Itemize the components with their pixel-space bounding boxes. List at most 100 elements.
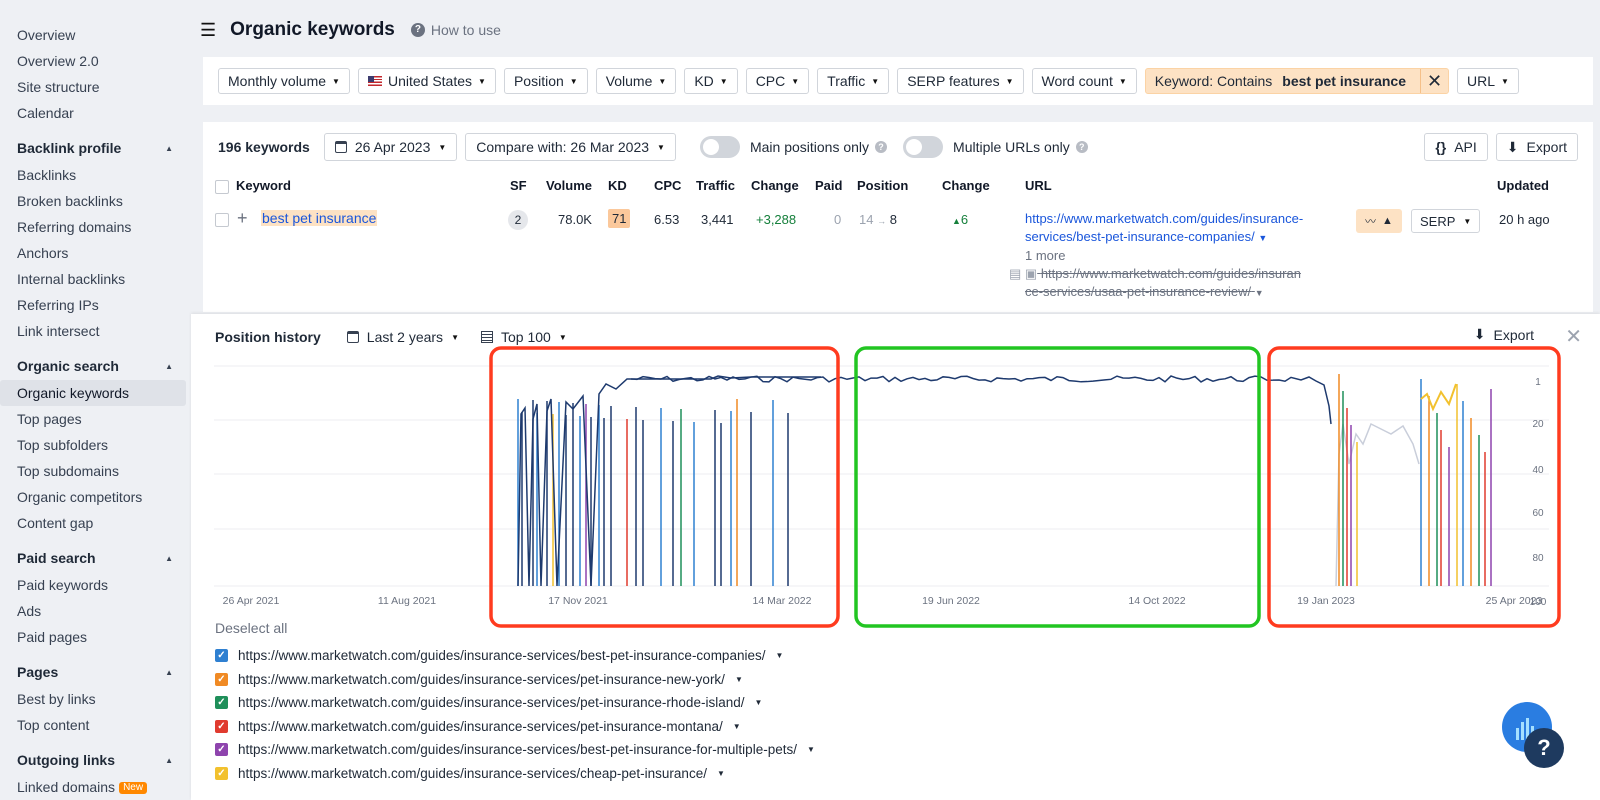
caret-down-icon[interactable]: ▼ (775, 651, 783, 660)
url-checkbox[interactable]: ✓ (215, 649, 228, 663)
multiple-urls-toggle[interactable] (903, 136, 944, 158)
select-all-checkbox[interactable] (215, 180, 229, 194)
keyword-cell[interactable]: best pet insurance (261, 210, 378, 226)
sidebar-item-organic-keywords[interactable]: Organic keywords (0, 380, 186, 406)
col-volume[interactable]: Volume (546, 178, 592, 193)
sidebar-section-pages[interactable]: Pages ▲ (0, 658, 190, 686)
caret-down-icon[interactable]: ▼ (735, 675, 743, 684)
sidebar-item-referring-domains[interactable]: Referring domains (0, 214, 190, 240)
col-position[interactable]: Position (857, 178, 908, 193)
sidebar-item-backlinks[interactable]: Backlinks (0, 162, 190, 188)
help-icon[interactable]: ? (875, 141, 888, 153)
old-url-line2-row[interactable]: ce-services/usaa-pet-insurance-review/ ▼ (1025, 283, 1345, 302)
ranking-url[interactable]: services/best-pet-insurance-companies/ ▼ (1025, 228, 1345, 247)
url-legend-item[interactable]: ✓ https://www.marketwatch.com/guides/insu… (215, 691, 815, 715)
close-icon[interactable]: ✕ (1565, 324, 1582, 349)
collapse-icon[interactable]: ▲ (165, 362, 173, 371)
keyword-link[interactable]: best pet insurance (261, 210, 378, 226)
url-checkbox[interactable]: ✓ (215, 672, 228, 686)
how-to-use-link[interactable]: ? How to use (410, 22, 501, 38)
serp-button[interactable]: SERP ▼ (1411, 209, 1481, 233)
sidebar-item-overview[interactable]: Overview (0, 22, 190, 48)
sidebar-item-anchors[interactable]: Anchors (0, 240, 190, 266)
kd-filter[interactable]: KD ▼ (684, 68, 738, 94)
traffic-filter[interactable]: Traffic ▼ (817, 68, 890, 94)
col-keyword[interactable]: Keyword (236, 178, 291, 193)
serp-dropdown[interactable]: SERP ▼ (1411, 209, 1481, 233)
col-sf[interactable]: SF (510, 178, 527, 193)
trend-button[interactable]: 〰 ▲ (1356, 209, 1402, 233)
word-count-filter[interactable]: Word count ▼ (1031, 68, 1137, 94)
country-dropdown[interactable]: United States ▼ (357, 68, 496, 94)
sidebar-item-overview-2-0[interactable]: Overview 2.0 (0, 48, 190, 74)
caret-down-icon[interactable]: ▼ (754, 698, 762, 707)
old-url[interactable]: ▤ ▣ https://www.marketwatch.com/guides/i… (1009, 265, 1345, 283)
sidebar-item-top-subfolders[interactable]: Top subfolders (0, 432, 190, 458)
col-cpc[interactable]: CPC (654, 178, 681, 193)
sidebar-item-content-gap[interactable]: Content gap (0, 510, 190, 536)
add-keyword-icon[interactable]: + (237, 208, 248, 229)
date-range-dropdown[interactable]: Last 2 years ▼ (346, 329, 459, 345)
row-checkbox[interactable] (215, 213, 229, 227)
sidebar-item-organic-competitors[interactable]: Organic competitors (0, 484, 190, 510)
sidebar-item-broken-backlinks[interactable]: Broken backlinks (0, 188, 190, 214)
sidebar-item-linked-domains[interactable]: Linked domains New (0, 774, 190, 800)
sidebar-item-best-by-links[interactable]: Best by links (0, 686, 190, 712)
more-urls[interactable]: 1 more (1025, 247, 1345, 265)
menu-icon[interactable]: ☰ (200, 20, 216, 41)
col-url[interactable]: URL (1025, 178, 1052, 193)
sidebar-item-internal-backlinks[interactable]: Internal backlinks (0, 266, 190, 292)
sidebar-section-backlink-profile[interactable]: Backlink profile ▲ (0, 134, 190, 162)
chart-export-button[interactable]: ⬇ Export (1474, 326, 1534, 343)
url-checkbox[interactable]: ✓ (215, 743, 228, 757)
col-kd[interactable]: KD (608, 178, 627, 193)
help-button[interactable]: ? (1524, 728, 1564, 768)
url-legend-item[interactable]: ✓ https://www.marketwatch.com/guides/insu… (215, 738, 815, 762)
export-button[interactable]: ⬇ Export (1495, 133, 1578, 161)
sidebar-item-top-content[interactable]: Top content (0, 712, 190, 738)
sidebar-item-link-intersect[interactable]: Link intersect (0, 318, 190, 344)
collapse-icon[interactable]: ▲ (165, 756, 173, 765)
sidebar-item-referring-ips[interactable]: Referring IPs (0, 292, 190, 318)
col-updated[interactable]: Updated (1497, 178, 1549, 193)
sidebar-section-organic-search[interactable]: Organic search ▲ (0, 352, 190, 380)
caret-down-icon[interactable]: ▼ (807, 745, 815, 754)
collapse-icon[interactable]: ▲ (165, 554, 173, 563)
top-positions-dropdown[interactable]: Top 100 ▼ (480, 329, 567, 345)
url-checkbox[interactable]: ✓ (215, 766, 228, 780)
url-checkbox[interactable]: ✓ (215, 719, 228, 733)
caret-down-icon[interactable]: ▼ (1255, 284, 1264, 302)
ranking-url-line1[interactable]: https://www.marketwatch.com/guides/insur… (1025, 210, 1345, 228)
main-positions-toggle[interactable] (699, 136, 740, 158)
sidebar-item-top-pages[interactable]: Top pages (0, 406, 190, 432)
url-legend-item[interactable]: ✓ https://www.marketwatch.com/guides/insu… (215, 715, 815, 739)
col-paid[interactable]: Paid (815, 178, 842, 193)
sidebar-item-top-subdomains[interactable]: Top subdomains (0, 458, 190, 484)
url-checkbox[interactable]: ✓ (215, 696, 228, 710)
sidebar-item-ads[interactable]: Ads (0, 598, 190, 624)
col-traffic[interactable]: Traffic (696, 178, 735, 193)
collapse-icon[interactable]: ▲ (165, 144, 173, 153)
cpc-filter[interactable]: CPC ▼ (745, 68, 810, 94)
sidebar-item-calendar[interactable]: Calendar (0, 100, 190, 126)
sidebar-section-outgoing-links[interactable]: Outgoing links ▲ (0, 746, 190, 774)
compare-date-picker[interactable]: Compare with: 26 Mar 2023 ▼ (465, 133, 676, 161)
date-picker[interactable]: 26 Apr 2023 ▼ (323, 133, 458, 161)
caret-down-icon[interactable]: ▼ (1258, 233, 1267, 243)
caret-down-icon[interactable]: ▼ (717, 769, 725, 778)
api-button[interactable]: {} API (1424, 133, 1488, 161)
volume-filter[interactable]: Volume ▼ (595, 68, 677, 94)
old-url-line1[interactable]: https://www.marketwatch.com/guides/insur… (1041, 266, 1301, 281)
deselect-all-link[interactable]: Deselect all (215, 620, 287, 636)
sidebar-section-paid-search[interactable]: Paid search ▲ (0, 544, 190, 572)
url-filter[interactable]: URL ▼ (1456, 68, 1519, 94)
sidebar-item-paid-keywords[interactable]: Paid keywords (0, 572, 190, 598)
help-icon[interactable]: ? (1075, 141, 1088, 153)
url-legend-item[interactable]: ✓ https://www.marketwatch.com/guides/insu… (215, 644, 815, 668)
old-url-line2[interactable]: ce-services/usaa-pet-insurance-review/ (1025, 284, 1251, 299)
collapse-icon[interactable]: ▲ (165, 668, 173, 677)
caret-down-icon[interactable]: ▼ (733, 722, 741, 731)
keyword-filter-chip[interactable]: Keyword: Contains best pet insurance ✕ (1144, 68, 1449, 94)
close-icon[interactable]: ✕ (1419, 69, 1448, 93)
url-legend-item[interactable]: ✓ https://www.marketwatch.com/guides/insu… (215, 762, 815, 786)
